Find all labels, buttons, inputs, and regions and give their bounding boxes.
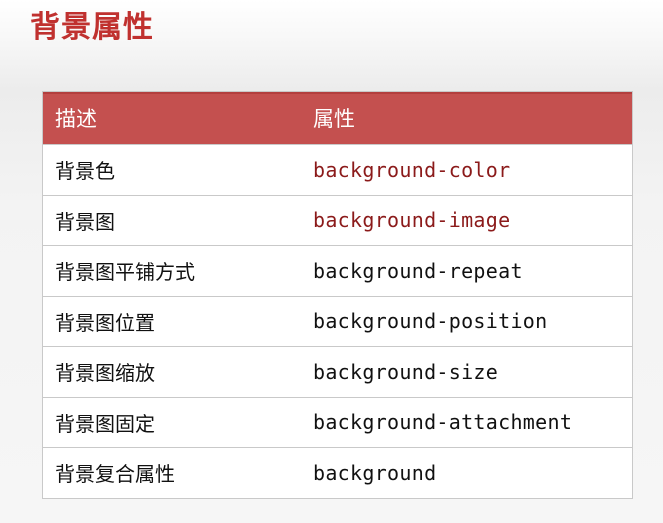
table-row: 背景图 background-image: [43, 194, 632, 246]
row-property: background-attachment: [313, 410, 573, 435]
table-row: 背景图固定 background-attachment: [43, 396, 632, 448]
row-description: 背景图位置: [55, 310, 155, 335]
table-row: 背景图缩放 background-size: [43, 346, 632, 397]
row-property: background-image: [313, 208, 511, 233]
table-header-row: 描述 属性: [43, 92, 632, 144]
row-property: background-size: [313, 359, 499, 384]
slide-title: 背景属性: [30, 10, 154, 45]
table-row: 背景图位置 background-position: [43, 295, 632, 347]
row-property: background-repeat: [313, 258, 523, 283]
row-property: background-position: [313, 309, 548, 334]
header-description: 描述: [55, 107, 97, 131]
row-property: background: [313, 460, 437, 485]
row-description: 背景色: [55, 159, 115, 184]
row-description: 背景复合属性: [55, 462, 175, 487]
row-description: 背景图缩放: [55, 361, 155, 386]
table-row: 背景复合属性 background: [43, 447, 632, 498]
row-description: 背景图固定: [55, 411, 155, 436]
row-property: background-color: [313, 157, 511, 182]
table-row: 背景色 background-color: [43, 144, 632, 195]
properties-table: 描述 属性 背景色 background-color 背景图 backgroun…: [42, 91, 633, 499]
table-row: 背景图平铺方式 background-repeat: [43, 245, 632, 296]
row-description: 背景图: [55, 209, 115, 234]
header-property: 属性: [313, 107, 355, 131]
row-description: 背景图平铺方式: [55, 260, 195, 285]
